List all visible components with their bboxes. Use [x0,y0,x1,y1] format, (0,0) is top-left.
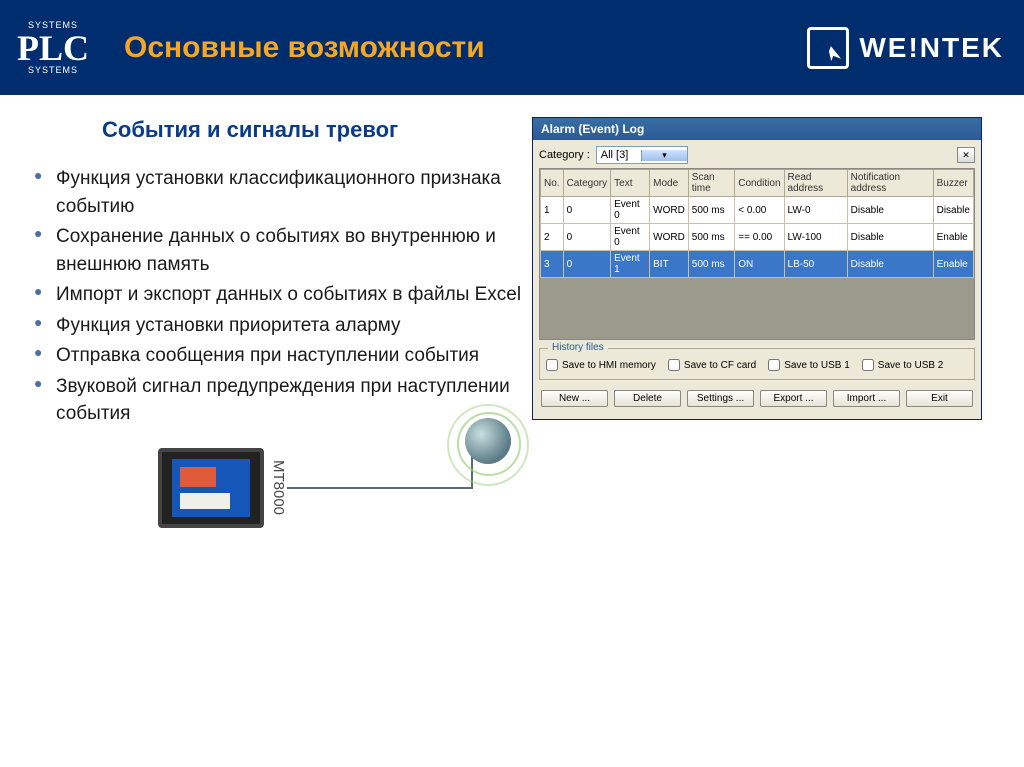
table-header-row: No.CategoryTextModeScan timeConditionRea… [541,170,974,197]
weintek-icon [807,27,849,69]
event-grid: No.CategoryTextModeScan timeConditionRea… [539,168,975,340]
save-checkbox[interactable]: Save to HMI memory [546,359,656,371]
section-subtitle: События и сигналы тревог [102,117,530,143]
save-checkbox[interactable]: Save to CF card [668,359,756,371]
close-button[interactable]: ✕ [957,147,975,163]
chevron-down-icon: ▾ [641,150,687,161]
device-label: MT8000 [270,460,287,515]
category-combo[interactable]: All [3] ▾ [596,146,688,164]
speaker-icon [465,418,511,464]
slide-header: SYSTEMS PLC SYSTEMS Основные возможности… [0,0,1024,95]
dialog-button[interactable]: Import ... [833,390,900,407]
list-item: Импорт и экспорт данных о событиях в фай… [28,281,530,309]
plc-logo-mid: PLC [17,30,89,66]
dialog-button[interactable]: Settings ... [687,390,754,407]
save-checkbox[interactable]: Save to USB 1 [768,359,850,371]
diagram: MT8000 [158,448,530,528]
dialog-title: Alarm (Event) Log [533,118,981,140]
list-item: Функция установки классификационного при… [28,165,530,220]
dialog-button[interactable]: Export ... [760,390,827,407]
table-row[interactable]: 20Event 0WORD500 ms== 0.00LW-100DisableE… [541,224,974,251]
table-row[interactable]: 30Event 1BIT500 msONLB-50DisableEnable [541,251,974,278]
wire-icon [287,487,473,489]
page-title: Основные возможности [124,31,485,65]
dialog-button[interactable]: Exit [906,390,973,407]
dialog-button[interactable]: Delete [614,390,681,407]
weintek-text: WE!NTEK [859,32,1004,64]
weintek-logo: WE!NTEK [807,27,1024,69]
history-group: History files Save to HMI memorySave to … [539,348,975,380]
table-row[interactable]: 10Event 0WORD500 ms< 0.00LW-0DisableDisa… [541,197,974,224]
list-item: Отправка сообщения при наступлении событ… [28,342,530,370]
history-label: History files [548,342,608,353]
plc-logo: SYSTEMS PLC SYSTEMS [0,0,106,95]
list-item: Сохранение данных о событиях во внутренн… [28,223,530,278]
save-checkbox[interactable]: Save to USB 2 [862,359,944,371]
list-item: Функция установки приоритета аларму [28,312,530,340]
hmi-device [158,448,264,528]
alarm-log-dialog: Alarm (Event) Log Category : All [3] ▾ ✕… [532,117,982,420]
feature-list: Функция установки классификационного при… [28,165,530,428]
category-value: All [3] [597,149,642,161]
category-label: Category : [539,149,590,161]
dialog-button[interactable]: New ... [541,390,608,407]
